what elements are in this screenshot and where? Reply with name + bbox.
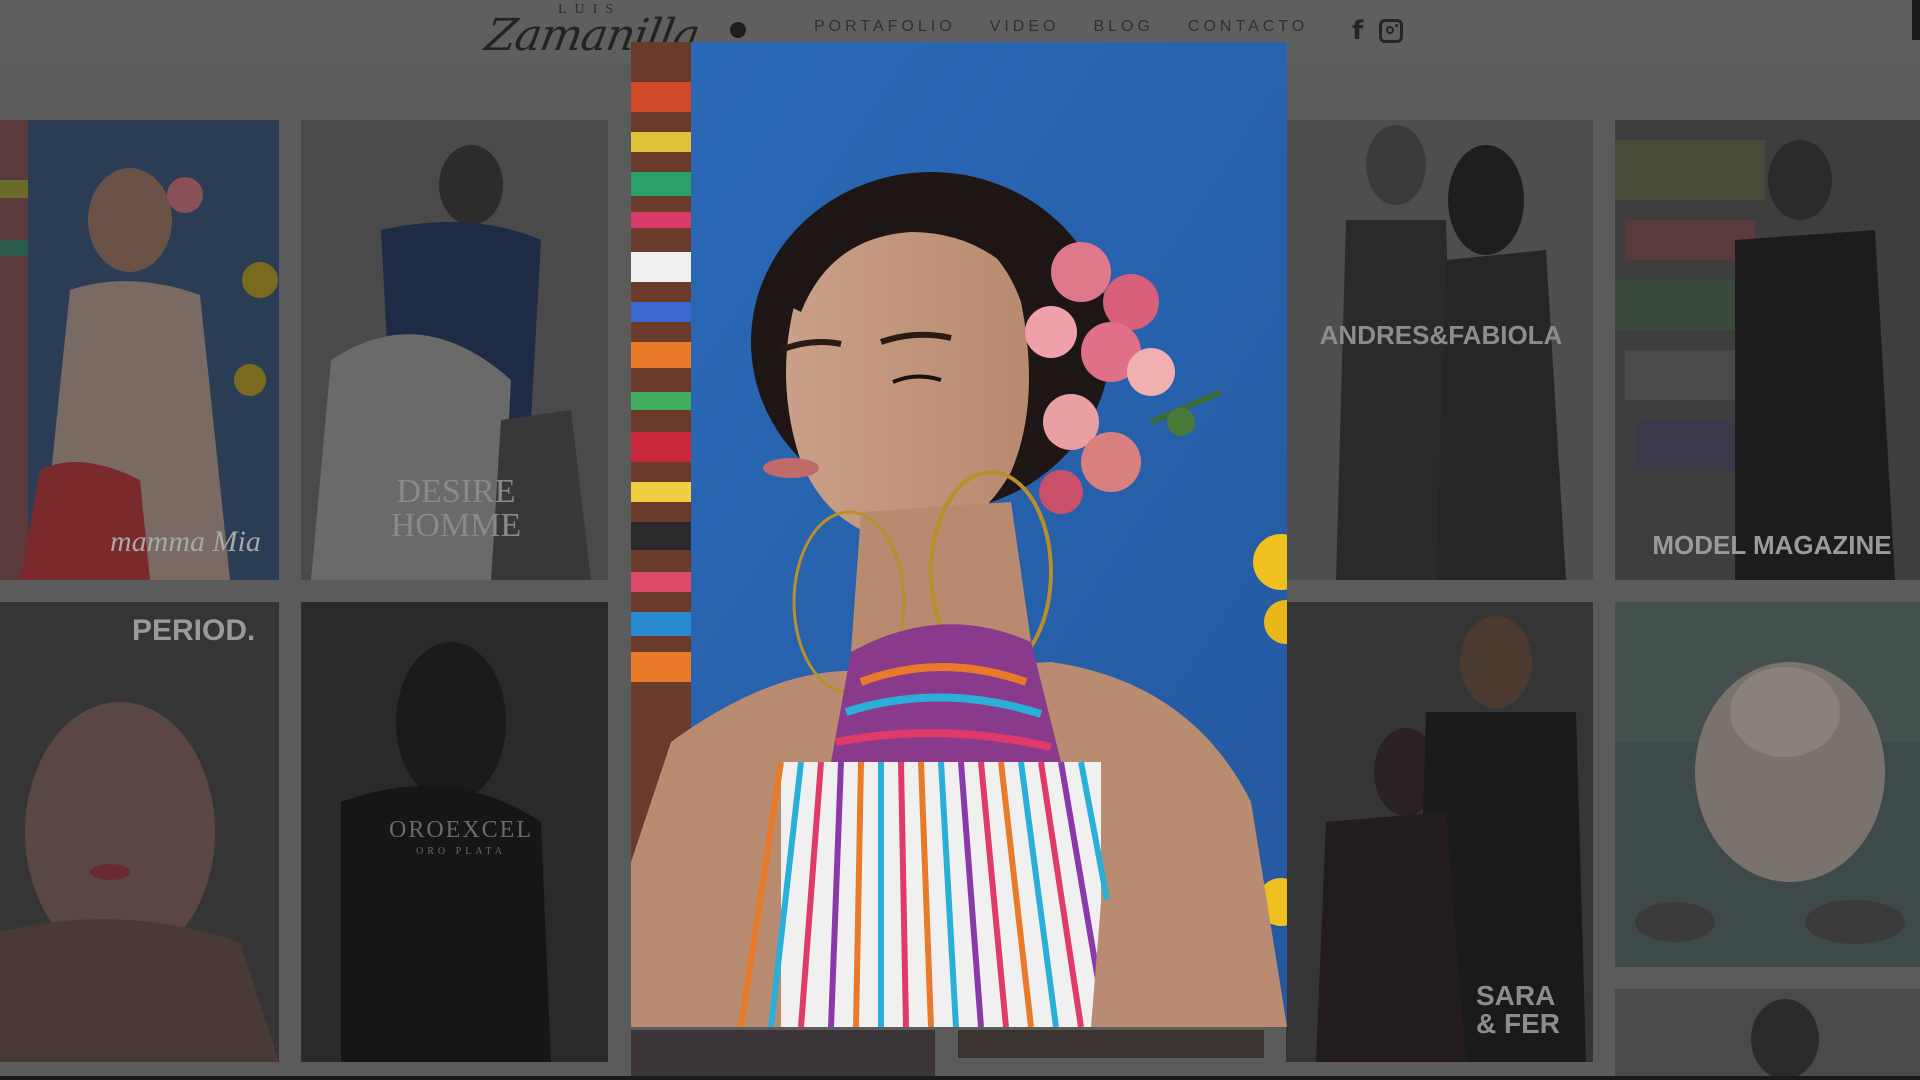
tile-cat-image (1615, 602, 1920, 967)
tile-sara-fer[interactable]: SARA & FER (1286, 602, 1593, 1062)
tile-title: DESIRE HOMME (390, 473, 522, 544)
tile-title: mamma Mia (110, 525, 261, 558)
tile-title: PERIOD. (132, 614, 256, 647)
tile-mamma-mia[interactable]: mamma Mia (0, 120, 279, 580)
tile-partial-left[interactable] (631, 1030, 935, 1076)
tile-period-image (0, 602, 279, 1062)
tile-extra-image (1615, 989, 1920, 1080)
tile-extra[interactable] (1615, 989, 1920, 1080)
facebook-icon[interactable]: f (1352, 18, 1363, 44)
tile-partial-left-image (631, 1030, 935, 1076)
tile-partial-right[interactable] (958, 1030, 1264, 1058)
tile-model-magazine[interactable]: MODEL MAGAZINE (1615, 120, 1920, 580)
tile-title: MODEL MAGAZINE (1652, 530, 1892, 560)
lightbox-photo (631, 42, 1287, 1027)
tile-subtitle: ORO PLATA (416, 846, 506, 857)
tile-oroexcel[interactable]: OROEXCEL ORO PLATA (301, 602, 608, 1062)
instagram-icon[interactable] (1379, 19, 1404, 43)
nav-video[interactable]: VIDEO (990, 18, 1060, 36)
tile-andres-fabiola[interactable]: ANDRES&FABIOLA (1286, 120, 1593, 580)
bottom-edge (0, 1076, 1920, 1080)
menu-dot-icon[interactable] (730, 22, 746, 38)
tile-period[interactable]: PERIOD. (0, 602, 279, 1062)
tile-partial-right-image (958, 1030, 1264, 1058)
nav-blog[interactable]: BLOG (1093, 18, 1153, 36)
tile-model-magazine-image (1615, 120, 1920, 580)
tile-mamma-mia-image (0, 120, 279, 580)
main-nav: PORTAFOLIO VIDEO BLOG CONTACTO (814, 18, 1308, 36)
nav-portafolio[interactable]: PORTAFOLIO (814, 18, 956, 36)
lightbox-image[interactable] (631, 42, 1287, 1027)
tile-title: OROEXCEL (389, 817, 533, 843)
tile-title: ANDRES&FABIOLA (1319, 320, 1563, 350)
scrollbar-thumb[interactable] (1912, 0, 1920, 40)
tile-cat[interactable] (1615, 602, 1920, 967)
nav-contacto[interactable]: CONTACTO (1188, 18, 1308, 36)
tile-title: SARA & FER (1476, 980, 1560, 1039)
tile-desire-homme[interactable]: DESIRE HOMME (301, 120, 608, 580)
social-links: f (1352, 18, 1404, 44)
